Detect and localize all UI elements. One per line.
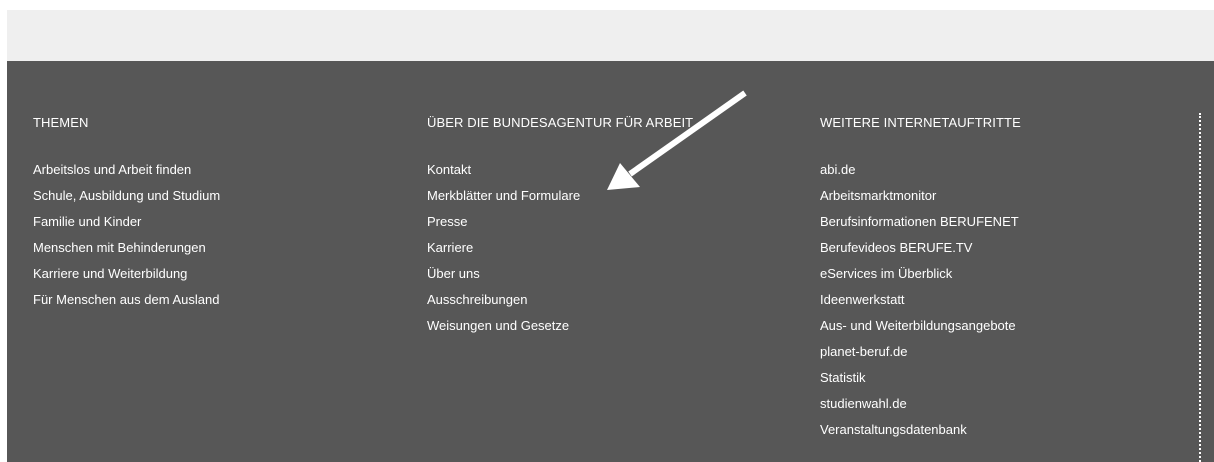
footer-link-list: abi.de Arbeitsmarktmonitor Berufsinformati…: [820, 162, 1019, 448]
footer-link-item: Berufsinformationen BERUFENET: [820, 214, 1019, 240]
footer-link-item: planet-beruf.de: [820, 344, 1019, 370]
footer-link-ueber-uns[interactable]: Über uns: [427, 266, 480, 281]
footer-link-schule-ausbildung-und-studium[interactable]: Schule, Ausbildung und Studium: [33, 188, 220, 203]
footer-link-berufevideos-berufe-tv[interactable]: Berufevideos BERUFE.TV: [820, 240, 972, 255]
footer-column-heading: ÜBER DIE BUNDESAGENTUR FÜR ARBEIT: [427, 115, 694, 130]
footer-link-berufsinformationen-berufenet[interactable]: Berufsinformationen BERUFENET: [820, 214, 1019, 229]
footer-link-veranstaltungsdatenbank[interactable]: Veranstaltungsdatenbank: [820, 422, 967, 437]
footer-link-item: eServices im Überblick: [820, 266, 1019, 292]
footer-link-kontakt[interactable]: Kontakt: [427, 162, 471, 177]
footer-link-item: Aus- und Weiterbildungsangebote: [820, 318, 1019, 344]
footer-link-arbeitslos-und-arbeit-finden[interactable]: Arbeitslos und Arbeit finden: [33, 162, 191, 177]
footer-link-ideenwerkstatt[interactable]: Ideenwerkstatt: [820, 292, 905, 307]
footer-link-list: Kontakt Merkblätter und Formulare Presse Ka…: [427, 162, 580, 344]
footer-link-item: Über uns: [427, 266, 580, 292]
footer-column-heading: THEMEN: [33, 115, 89, 130]
footer-link-item: Merkblätter und Formulare: [427, 188, 580, 214]
footer-link-fuer-menschen-aus-dem-ausland[interactable]: Für Menschen aus dem Ausland: [33, 292, 219, 307]
footer-link-ausschreibungen[interactable]: Ausschreibungen: [427, 292, 527, 307]
footer-link-karriere-und-weiterbildung[interactable]: Karriere und Weiterbildung: [33, 266, 187, 281]
footer-link-list: Arbeitslos und Arbeit finden Schule, Ausb…: [33, 162, 220, 318]
footer-link-item: Karriere und Weiterbildung: [33, 266, 220, 292]
footer-link-studienwahl-de[interactable]: studienwahl.de: [820, 396, 907, 411]
footer-link-aus-und-weiterbildungsangebote[interactable]: Aus- und Weiterbildungsangebote: [820, 318, 1016, 333]
footer-link-item: abi.de: [820, 162, 1019, 188]
footer-link-merkblaetter-und-formulare[interactable]: Merkblätter und Formulare: [427, 188, 580, 203]
site-footer: THEMEN Arbeitslos und Arbeit finden Schul…: [7, 61, 1214, 462]
footer-link-item: Kontakt: [427, 162, 580, 188]
footer-link-item: Familie und Kinder: [33, 214, 220, 240]
footer-link-item: Ideenwerkstatt: [820, 292, 1019, 318]
footer-link-item: Veranstaltungsdatenbank: [820, 422, 1019, 448]
footer-link-karriere[interactable]: Karriere: [427, 240, 473, 255]
footer-link-item: Presse: [427, 214, 580, 240]
footer-link-statistik[interactable]: Statistik: [820, 370, 866, 385]
footer-column-weitere-internetauftritte: WEITERE INTERNETAUFTRITTE abi.de Arbeitsm…: [820, 115, 1021, 437]
footer-link-item: Statistik: [820, 370, 1019, 396]
footer-link-item: Menschen mit Behinderungen: [33, 240, 220, 266]
footer-link-presse[interactable]: Presse: [427, 214, 467, 229]
footer-column-themen: THEMEN Arbeitslos und Arbeit finden Schul…: [33, 115, 220, 307]
footer-link-arbeitsmarktmonitor[interactable]: Arbeitsmarktmonitor: [820, 188, 936, 203]
footer-link-item: Weisungen und Gesetze: [427, 318, 580, 344]
footer-column-heading: WEITERE INTERNETAUFTRITTE: [820, 115, 1021, 130]
footer-link-planet-beruf-de[interactable]: planet-beruf.de: [820, 344, 907, 359]
footer-link-eservices-im-ueberblick[interactable]: eServices im Überblick: [820, 266, 952, 281]
footer-link-abi-de[interactable]: abi.de: [820, 162, 855, 177]
footer-link-item: Schule, Ausbildung und Studium: [33, 188, 220, 214]
footer-link-item: Berufevideos BERUFE.TV: [820, 240, 1019, 266]
footer-link-item: Ausschreibungen: [427, 292, 580, 318]
footer-column-ueber-die-ba: ÜBER DIE BUNDESAGENTUR FÜR ARBEIT Kontak…: [427, 115, 694, 333]
footer-link-familie-und-kinder[interactable]: Familie und Kinder: [33, 214, 141, 229]
dotted-divider: [1199, 113, 1201, 462]
footer-link-item: studienwahl.de: [820, 396, 1019, 422]
footer-link-weisungen-und-gesetze[interactable]: Weisungen und Gesetze: [427, 318, 569, 333]
footer-link-menschen-mit-behinderungen[interactable]: Menschen mit Behinderungen: [33, 240, 206, 255]
footer-link-item: Arbeitsmarktmonitor: [820, 188, 1019, 214]
footer-link-item: Karriere: [427, 240, 580, 266]
footer-link-item: Für Menschen aus dem Ausland: [33, 292, 220, 318]
top-bar: [7, 10, 1214, 61]
footer-link-item: Arbeitslos und Arbeit finden: [33, 162, 220, 188]
